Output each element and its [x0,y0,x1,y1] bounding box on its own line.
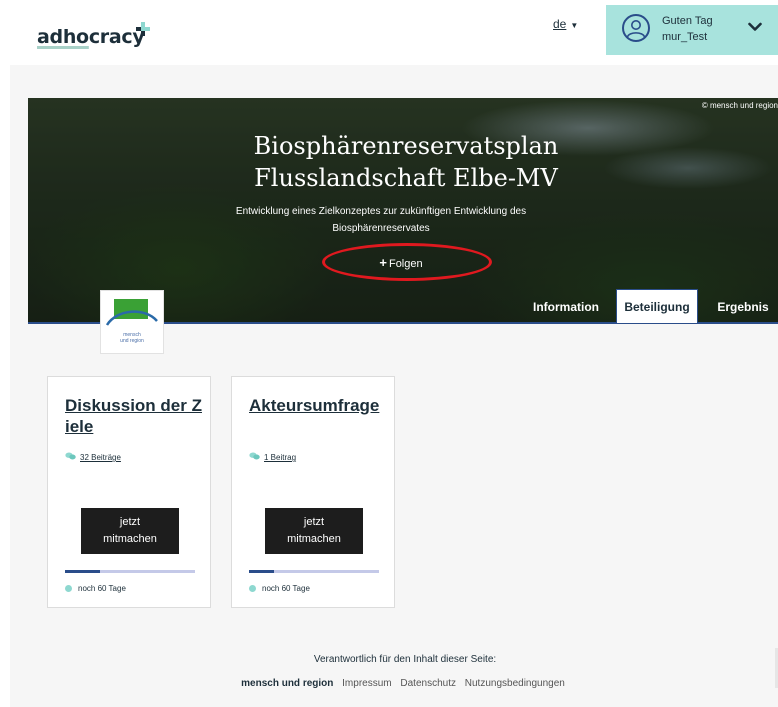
tab-ergebnis[interactable]: Ergebnis [712,291,774,323]
follow-button[interactable]: + Folgen [356,253,446,273]
comments-icon [249,452,260,460]
footer-org-link[interactable]: mensch und region [241,678,333,689]
footer-links: mensch und region Impressum Datenschutz … [0,678,778,689]
remaining-time: noch 60 Tage [65,584,126,593]
footer-nutzungsbedingungen-link[interactable]: Nutzungsbedingungen [465,678,565,689]
organisation-logo-text: mensch und region [101,332,163,344]
footer-datenschutz-link[interactable]: Datenschutz [400,678,456,689]
module-card: Diskussion der Ziele 32 Beiträge jetzt m… [47,376,211,608]
org-logo-text-line2: und region [120,338,144,344]
project-subtitle-line1: Entwicklung eines Zielkonzeptes zur zukü… [235,206,527,217]
participate-button[interactable]: jetzt mitmachen [265,508,363,554]
module-card: Akteursumfrage 1 Beitrag jetzt mitmachen… [231,376,395,608]
comment-count-text: 32 Beiträge [80,453,121,462]
progress-bar [249,570,379,573]
footer-responsible: Verantwortlich für den Inhalt dieser Sei… [313,654,497,665]
participate-button[interactable]: jetzt mitmachen [81,508,179,554]
project-title-line2: Flusslandschaft Elbe-MV [254,164,558,192]
footer-impressum-link[interactable]: Impressum [342,678,391,689]
user-menu-button[interactable]: Guten Tag mur_Test [606,5,778,55]
remaining-time-text: noch 60 Tage [78,584,126,593]
participate-button-line1: jetzt [119,516,141,528]
caret-down-icon: ▼ [570,21,579,30]
participate-button-line1: jetzt [303,516,325,528]
remaining-time: noch 60 Tage [249,584,310,593]
clock-icon [65,585,72,592]
clock-icon [249,585,256,592]
language-selector[interactable]: de ▼ [553,17,578,31]
participate-button-line2: mitmachen [103,533,157,545]
module-title[interactable]: Diskussion der Ziele [65,395,205,437]
progress-bar [65,570,195,573]
organisation-logo[interactable]: mensch und region [100,290,164,354]
project-subtitle: Entwicklung eines Zielkonzeptes zur zukü… [203,203,559,237]
logo-text-underlined: adho [37,26,89,48]
logo-plus-icon [136,22,150,36]
username-text: mur_Test [662,31,708,43]
participate-button-line2: mitmachen [287,533,341,545]
project-title-line1: Biosphärenreservatsplan [253,132,559,160]
image-credit: © mensch und region [701,101,778,110]
follow-label: Folgen [388,258,423,270]
progress-fill [65,570,101,573]
comment-count-link[interactable]: 1 Beitrag [249,452,296,462]
adhocracy-logo[interactable]: adhocracy [37,26,145,48]
comment-count-text: 1 Beitrag [264,453,297,462]
progress-fill [249,570,274,573]
chevron-down-icon [748,22,762,31]
tab-beteiligung[interactable]: Beteiligung [616,289,698,323]
comment-count-link[interactable]: 32 Beiträge [65,452,121,462]
project-title: Biosphärenreservatsplan Flusslandschaft … [28,130,778,194]
user-greeting: Guten Tag mur_Test [662,13,713,45]
tab-information[interactable]: Information [528,291,604,323]
module-title[interactable]: Akteursumfrage [249,395,389,416]
comments-icon [65,452,76,460]
remaining-time-text: noch 60 Tage [262,584,310,593]
plus-icon: + [379,255,387,270]
project-subtitle-line2: Biosphärenreservates [332,223,430,234]
user-avatar-icon [622,14,650,42]
greeting-text: Guten Tag [662,15,713,27]
mensch-und-region-logo-icon [105,299,158,326]
language-code: de [553,17,567,31]
